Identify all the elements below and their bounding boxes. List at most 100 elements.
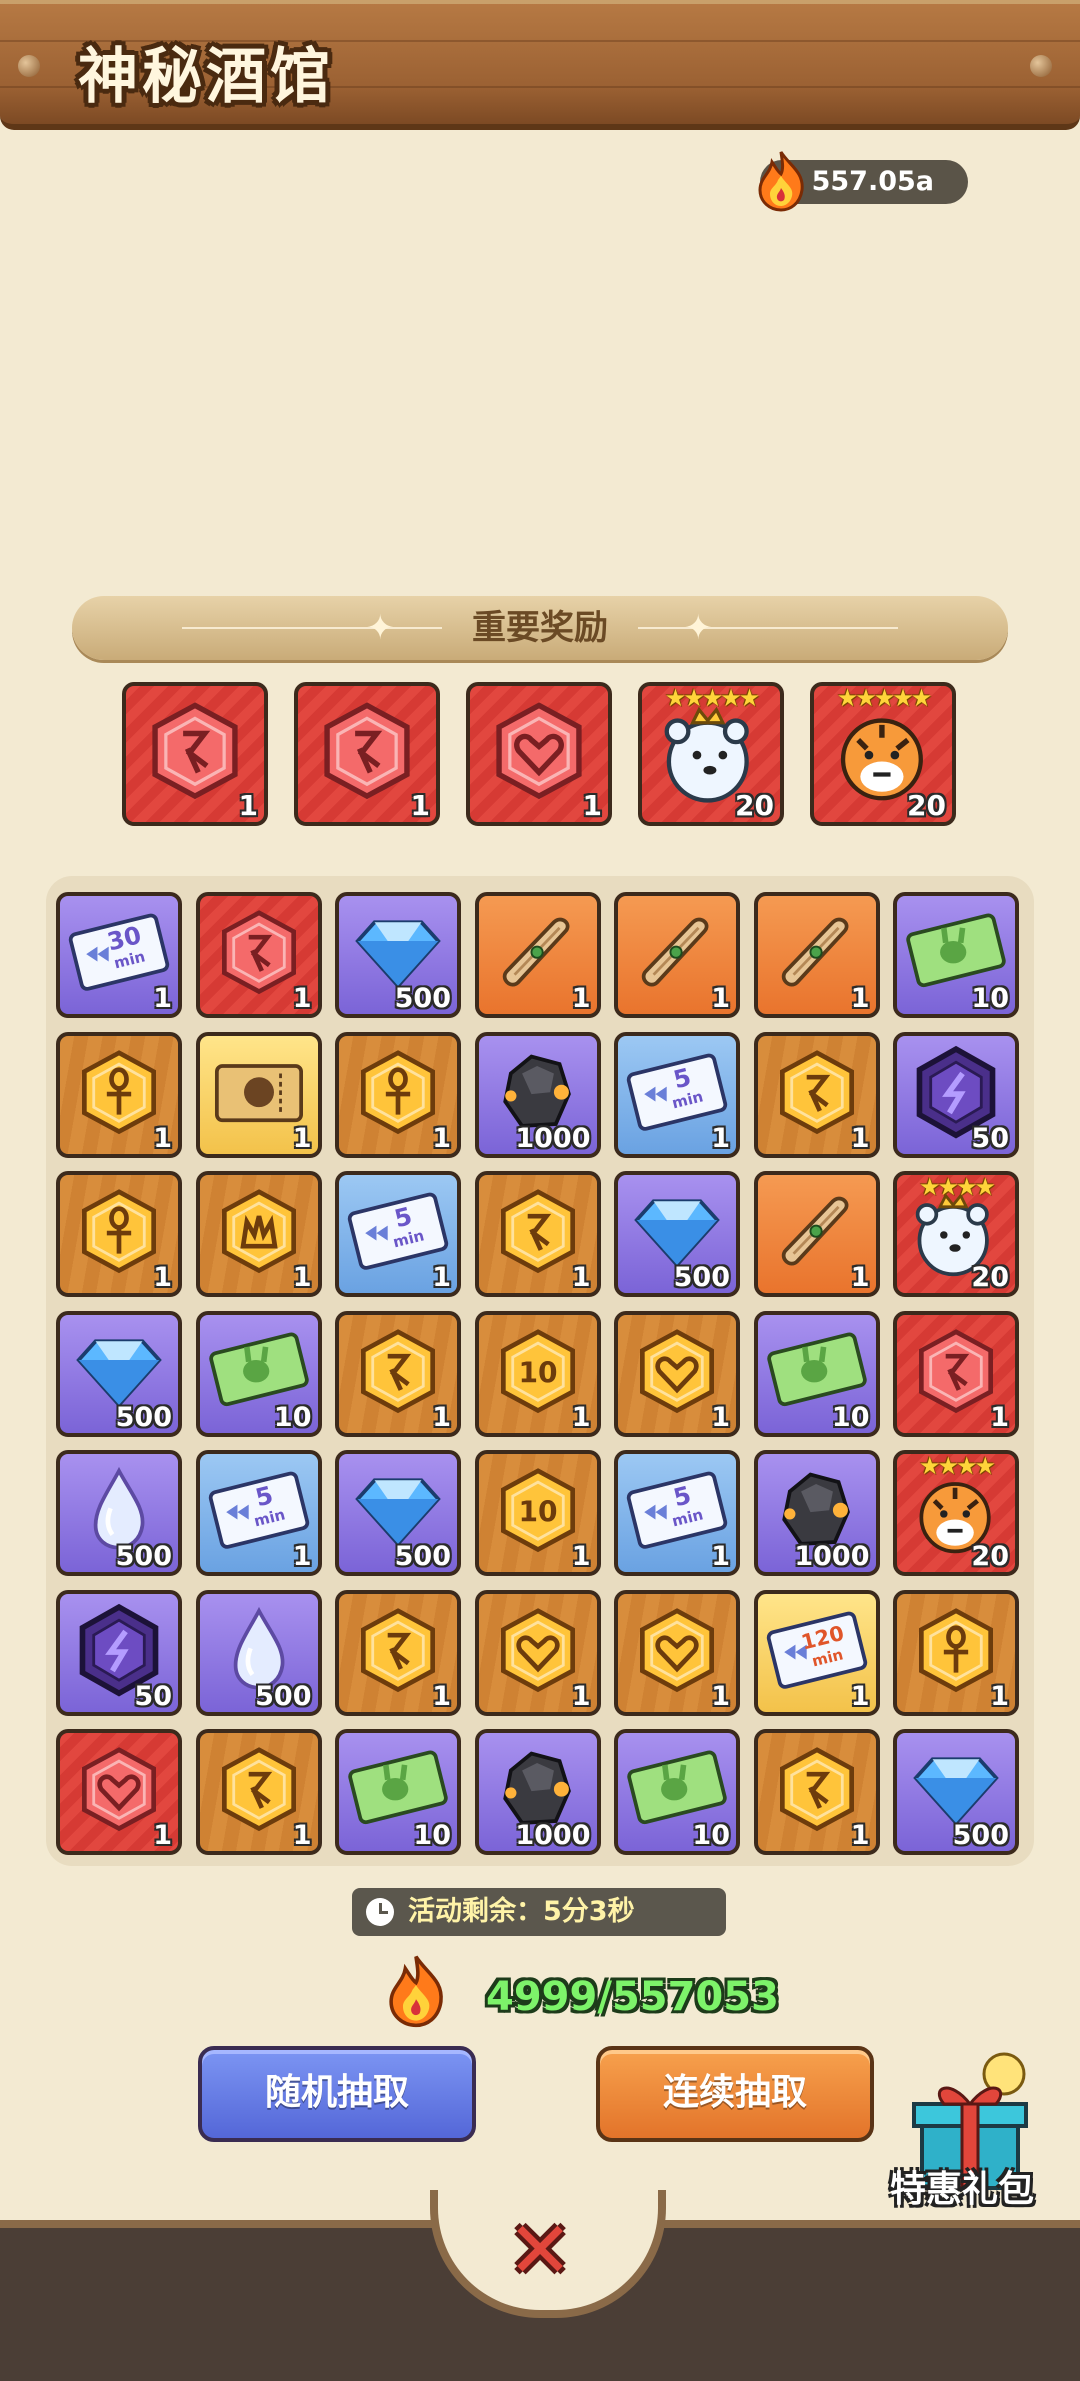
reward-tile[interactable]: 1 xyxy=(335,1589,461,1716)
reward-count: 1 xyxy=(850,983,870,1014)
reward-tile[interactable]: 500 xyxy=(614,1171,740,1297)
reward-tile[interactable]: 1 xyxy=(893,1589,1019,1716)
reward-tile[interactable]: 5 min 1 xyxy=(335,1171,461,1297)
reward-count: 1 xyxy=(292,1820,312,1851)
reward-tile[interactable]: 500 xyxy=(335,1450,461,1576)
hero-stars: ★★★★ xyxy=(918,1452,996,1480)
reward-count: 1 xyxy=(153,1122,172,1154)
reward-count: 1 xyxy=(850,1122,870,1154)
reward-count: 1 xyxy=(571,1680,591,1712)
important-rewards-banner: ✦ ✦ 重要奖励 xyxy=(72,596,1008,660)
reward-tile[interactable]: 1 xyxy=(753,1031,880,1158)
reward-tile[interactable]: 1 xyxy=(195,1031,322,1158)
reward-count: 1 xyxy=(292,1541,312,1572)
reward-tile[interactable]: 10 xyxy=(893,892,1019,1018)
reward-tile-important[interactable]: 1 xyxy=(122,682,268,826)
reward-tile[interactable]: 1 xyxy=(474,1589,601,1716)
reward-count: 1000 xyxy=(515,1820,591,1851)
reward-tile[interactable]: 1000 xyxy=(474,1729,601,1855)
reward-tile[interactable]: 50 xyxy=(893,1031,1019,1158)
reward-tile[interactable]: 1 xyxy=(56,1171,182,1297)
reward-tile[interactable]: 5 min 1 xyxy=(614,1450,740,1576)
reward-tile[interactable]: 1 xyxy=(195,1729,322,1855)
reward-tile[interactable]: 1 xyxy=(614,1310,740,1437)
reward-tile[interactable]: 500 xyxy=(893,1729,1019,1855)
reward-count: 10 xyxy=(413,1820,451,1851)
reward-tile-important[interactable]: ★★★★★ 20 xyxy=(810,682,956,826)
reward-tile[interactable]: 5 min 1 xyxy=(195,1450,322,1576)
reward-tile[interactable]: ★★★★ 20 xyxy=(893,1450,1019,1576)
reward-tile-important[interactable]: 1 xyxy=(466,682,612,826)
gift-label: 特惠礼包 xyxy=(890,2169,1035,2210)
reward-count: 10 xyxy=(692,1820,730,1851)
continuous-draw-button[interactable]: 连续抽取 xyxy=(596,2046,874,2142)
page-title: 神秘酒馆 xyxy=(78,42,334,112)
reward-tile[interactable]: 10 1 xyxy=(474,1310,601,1437)
reward-tile[interactable]: 1 xyxy=(56,1729,182,1855)
reward-tile[interactable]: 50 xyxy=(56,1589,182,1716)
reward-tile-important[interactable]: ★★★★★ 20 xyxy=(638,682,784,826)
reward-count: 1 xyxy=(432,1680,451,1712)
reward-tile[interactable]: 10 xyxy=(614,1729,740,1855)
reward-tile[interactable]: 500 xyxy=(56,1450,182,1576)
reward-tile[interactable]: 10 1 xyxy=(474,1450,601,1576)
reward-tile[interactable]: 10 xyxy=(753,1310,880,1437)
reward-count: 1 xyxy=(292,983,312,1014)
svg-text:10: 10 xyxy=(518,1495,557,1528)
hero-stars: ★★★★★ xyxy=(664,684,761,712)
random-draw-button[interactable]: 随机抽取 xyxy=(198,2046,476,2142)
reward-count: 10 xyxy=(831,1401,870,1433)
reward-tile[interactable]: ★★★★ 20 xyxy=(893,1171,1019,1297)
reward-count: 1000 xyxy=(794,1541,870,1572)
reward-count: 500 xyxy=(394,1541,451,1572)
reward-count: 1 xyxy=(850,1820,870,1851)
reward-tile[interactable]: 500 xyxy=(195,1589,322,1716)
reward-tile[interactable]: 1 xyxy=(474,1171,601,1297)
reward-tile[interactable]: 1 xyxy=(335,1031,461,1158)
reward-tile[interactable]: 1 xyxy=(614,1589,740,1716)
flame-icon xyxy=(758,151,804,212)
reward-count: 500 xyxy=(115,1401,172,1433)
hero-stars: ★★★★★ xyxy=(836,684,933,712)
reward-tile[interactable]: 1 xyxy=(753,1729,880,1855)
reward-count: 50 xyxy=(134,1680,172,1712)
reward-tile[interactable]: 1 xyxy=(195,1171,322,1297)
reward-tile[interactable]: 1 xyxy=(753,892,880,1018)
reward-count: 1 xyxy=(410,789,430,822)
reward-tile[interactable]: 1 xyxy=(335,1310,461,1437)
reward-tile[interactable]: 1 xyxy=(56,1031,182,1158)
reward-count: 1 xyxy=(711,1122,730,1154)
reward-count: 1 xyxy=(582,789,602,822)
reward-tile[interactable]: 10 xyxy=(335,1729,461,1855)
reward-tile[interactable]: 1 xyxy=(474,892,601,1018)
reward-tile[interactable]: 1000 xyxy=(474,1031,601,1158)
reward-tile[interactable]: 5 min 1 xyxy=(614,1031,740,1158)
reward-count: 1 xyxy=(850,1680,870,1712)
reward-tile[interactable]: 500 xyxy=(335,892,461,1018)
draw-progress-text: 4999/557053 xyxy=(486,1974,779,2020)
reward-tile[interactable]: 1 xyxy=(753,1171,880,1297)
reward-count: 20 xyxy=(735,789,774,822)
reward-count: 1000 xyxy=(515,1122,591,1154)
reward-count: 50 xyxy=(971,1122,1009,1154)
reward-tile[interactable]: 10 xyxy=(195,1310,322,1437)
reward-count: 1 xyxy=(571,1401,591,1433)
reward-count: 1 xyxy=(292,1122,312,1154)
reward-tile[interactable]: 1 xyxy=(614,892,740,1018)
reward-tile[interactable]: 1 xyxy=(195,892,322,1018)
reward-count: 1 xyxy=(990,1401,1009,1433)
reward-count: 1 xyxy=(153,1820,172,1851)
close-icon[interactable]: ✕ xyxy=(505,2212,575,2290)
flame-icon xyxy=(389,1955,443,2028)
reward-count: 1 xyxy=(711,983,730,1014)
reward-tile[interactable]: 1000 xyxy=(753,1450,880,1576)
reward-tile[interactable]: 1 xyxy=(893,1310,1019,1437)
reward-count: 1 xyxy=(432,1122,451,1154)
reward-count: 1 xyxy=(432,1401,451,1433)
reward-count: 1 xyxy=(711,1680,730,1712)
reward-count: 1 xyxy=(711,1541,730,1572)
reward-tile[interactable]: 120 min 1 xyxy=(753,1589,880,1716)
reward-tile[interactable]: 500 xyxy=(56,1310,182,1437)
reward-tile[interactable]: 30 min 1 xyxy=(56,892,182,1018)
reward-tile-important[interactable]: 1 xyxy=(294,682,440,826)
